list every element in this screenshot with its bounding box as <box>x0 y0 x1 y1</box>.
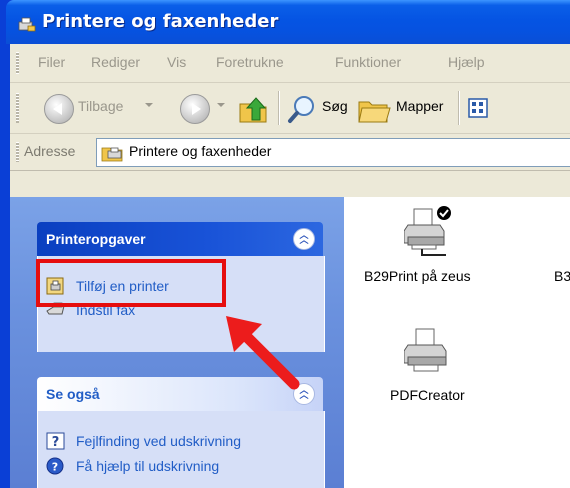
task-troubleshoot-label: Fejlfinding ved udskrivning <box>76 433 241 449</box>
printer-icon <box>404 328 447 372</box>
printer-label: B3 <box>554 268 570 284</box>
printers-folder-icon <box>18 17 36 32</box>
network-printer-default-icon <box>404 206 451 256</box>
toolbar-grip[interactable] <box>16 93 19 123</box>
svg-text:?: ? <box>52 435 60 450</box>
toolbar-separator <box>458 91 460 125</box>
search-button-label[interactable]: Søg <box>322 98 348 114</box>
task-troubleshoot-printing[interactable]: ? Fejlfinding ved udskrivning <box>46 431 306 453</box>
address-label: Adresse <box>24 143 76 159</box>
printer-label: B29Print på zeus <box>364 268 471 284</box>
up-folder-icon[interactable] <box>236 90 270 126</box>
back-button-label[interactable]: Tilbage <box>78 98 123 114</box>
menu-file[interactable]: Filer <box>38 54 65 70</box>
help-circle-icon: ? <box>46 457 64 475</box>
menu-favorites[interactable]: Foretrukne <box>216 54 284 70</box>
toolbar-separator <box>278 91 280 125</box>
menu-tools[interactable]: Funktioner <box>335 54 401 70</box>
views-icon[interactable] <box>466 90 492 126</box>
back-dropdown-icon[interactable] <box>145 103 153 107</box>
title-bar[interactable]: Printere og faxenheder <box>6 0 570 44</box>
window-title: Printere og faxenheder <box>42 11 279 32</box>
address-bar: Adresse Printere og faxenheder <box>10 134 570 171</box>
svg-text:?: ? <box>52 461 58 474</box>
collapse-chevron-icon[interactable]: ︿ ︿ <box>293 228 315 250</box>
printer-tasks-header[interactable]: Printeropgaver ︿ ︿ <box>37 222 323 256</box>
forward-dropdown-icon[interactable] <box>217 103 225 107</box>
task-printing-help-label: Få hjælp til udskrivning <box>76 458 220 474</box>
address-input[interactable]: Printere og faxenheder <box>96 138 570 167</box>
highlight-box <box>36 259 226 307</box>
printer-label: PDFCreator <box>390 387 465 403</box>
menu-edit[interactable]: Rediger <box>91 54 140 70</box>
printer-b29print[interactable]: B29Print på zeus <box>364 205 484 295</box>
see-also-title: Se også <box>46 386 100 402</box>
help-question-icon: ? <box>46 432 65 450</box>
menubar-grip[interactable] <box>16 52 19 74</box>
task-printing-help[interactable]: ? Få hjælp til udskrivning <box>46 456 306 478</box>
menu-view[interactable]: Vis <box>167 54 186 70</box>
standard-toolbar: Tilbage Søg Mapper <box>10 83 570 134</box>
back-arrow-icon[interactable] <box>44 94 74 124</box>
folders-icon[interactable] <box>356 90 392 126</box>
file-list: B29Print på zeus B3 PDFCreator <box>344 197 570 488</box>
red-arrow-annotation <box>226 316 300 390</box>
address-value: Printere og faxenheder <box>129 143 272 159</box>
forward-arrow-icon[interactable] <box>180 94 210 124</box>
see-also-body: ? Fejlfinding ved udskrivning ? Få hjælp… <box>37 411 325 488</box>
menu-bar: Filer Rediger Vis Foretrukne Funktioner … <box>10 44 570 83</box>
search-icon[interactable] <box>286 90 318 126</box>
printer-b3[interactable]: B3 <box>554 205 570 295</box>
addressbar-grip[interactable] <box>16 142 19 162</box>
printers-folder-icon <box>101 147 123 162</box>
folders-button-label[interactable]: Mapper <box>396 98 443 114</box>
printer-tasks-title: Printeropgaver <box>46 231 146 247</box>
printer-pdfcreator[interactable]: PDFCreator <box>384 325 504 405</box>
menu-help[interactable]: Hjælp <box>448 54 485 70</box>
